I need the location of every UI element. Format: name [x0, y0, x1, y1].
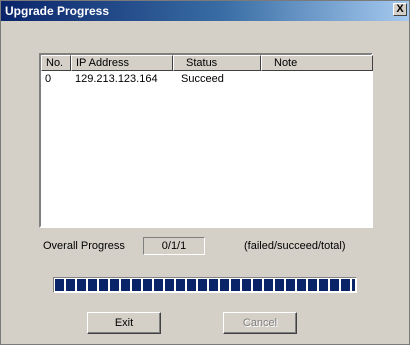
cell-status: Succeed: [181, 73, 224, 85]
upgrade-list[interactable]: No. IP Address Status Note 0 129.213.123…: [39, 53, 373, 228]
exit-button[interactable]: Exit: [87, 312, 161, 334]
column-header-no[interactable]: No.: [41, 55, 71, 71]
cancel-button[interactable]: Cancel: [223, 312, 297, 334]
upgrade-progress-dialog: Upgrade Progress X No. IP Address Status…: [0, 0, 410, 345]
progress-bar: [53, 277, 357, 293]
column-header-ip[interactable]: IP Address: [71, 55, 173, 71]
cell-no: 0: [45, 73, 52, 85]
progress-count: 0/1/1: [143, 237, 205, 255]
column-header-note[interactable]: Note: [261, 55, 373, 71]
close-icon[interactable]: X: [393, 3, 407, 16]
overall-progress-label: Overall Progress: [43, 240, 125, 252]
progress-legend: (failed/succeed/total): [244, 240, 346, 252]
column-header-status[interactable]: Status: [173, 55, 261, 71]
window-title: Upgrade Progress: [5, 4, 110, 18]
cell-ip: 129.213.123.164: [75, 73, 158, 85]
table-row[interactable]: 0 129.213.123.164 Succeed: [41, 72, 371, 86]
progress-bar-fill: [55, 279, 355, 291]
title-bar[interactable]: Upgrade Progress X: [1, 1, 409, 21]
list-header: No. IP Address Status Note: [41, 55, 373, 71]
